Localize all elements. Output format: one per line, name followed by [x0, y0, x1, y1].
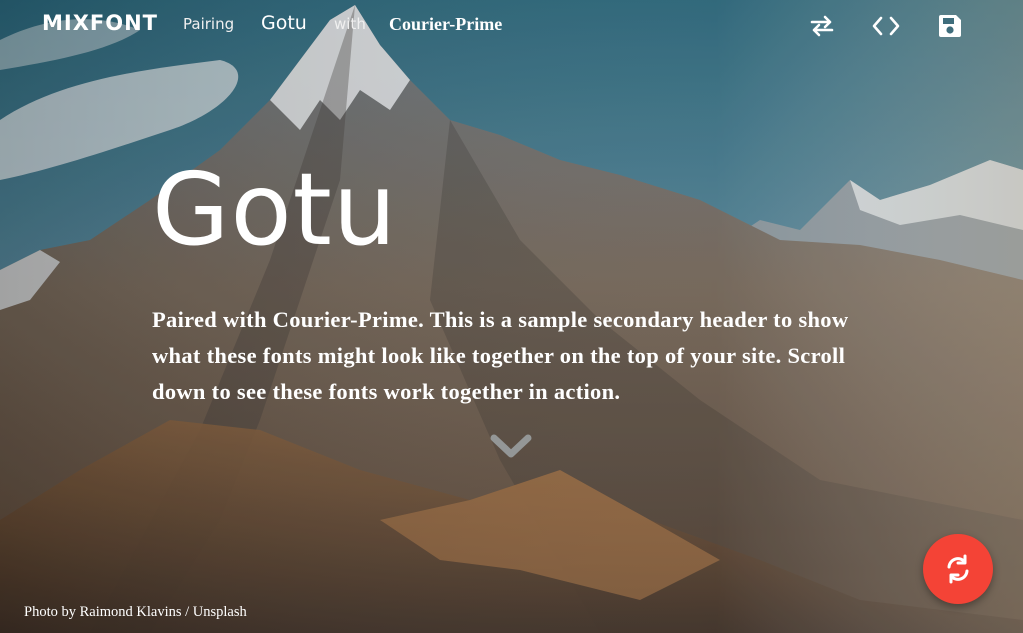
save-icon	[939, 15, 961, 37]
code-icon	[872, 16, 900, 36]
top-navigation: MIXFONT Pairing Gotu with Courier-Prime	[0, 0, 1023, 50]
swap-arrows-icon	[810, 15, 834, 37]
swap-fonts-button[interactable]	[806, 10, 838, 42]
photo-credit[interactable]: Photo by Raimond Klavins / Unsplash	[24, 604, 247, 621]
mixfont-logo[interactable]: MIXFONT	[42, 11, 158, 35]
save-pairing-button[interactable]	[934, 10, 966, 42]
hero-section: MIXFONT Pairing Gotu with Courier-Prime …	[0, 0, 1023, 633]
refresh-icon	[947, 554, 969, 584]
embed-code-button[interactable]	[870, 10, 902, 42]
hero-subtitle: Paired with Courier-Prime. This is a sam…	[152, 307, 849, 404]
body-font-name: Courier-Prime	[389, 14, 503, 34]
shuffle-pairing-button[interactable]	[923, 534, 993, 604]
pairing-label: Pairing	[183, 15, 235, 33]
hero-title: Gotu	[152, 151, 398, 268]
heading-font-name: Gotu	[261, 12, 307, 34]
with-label: with	[334, 15, 366, 33]
chevron-down-icon[interactable]	[490, 432, 532, 460]
